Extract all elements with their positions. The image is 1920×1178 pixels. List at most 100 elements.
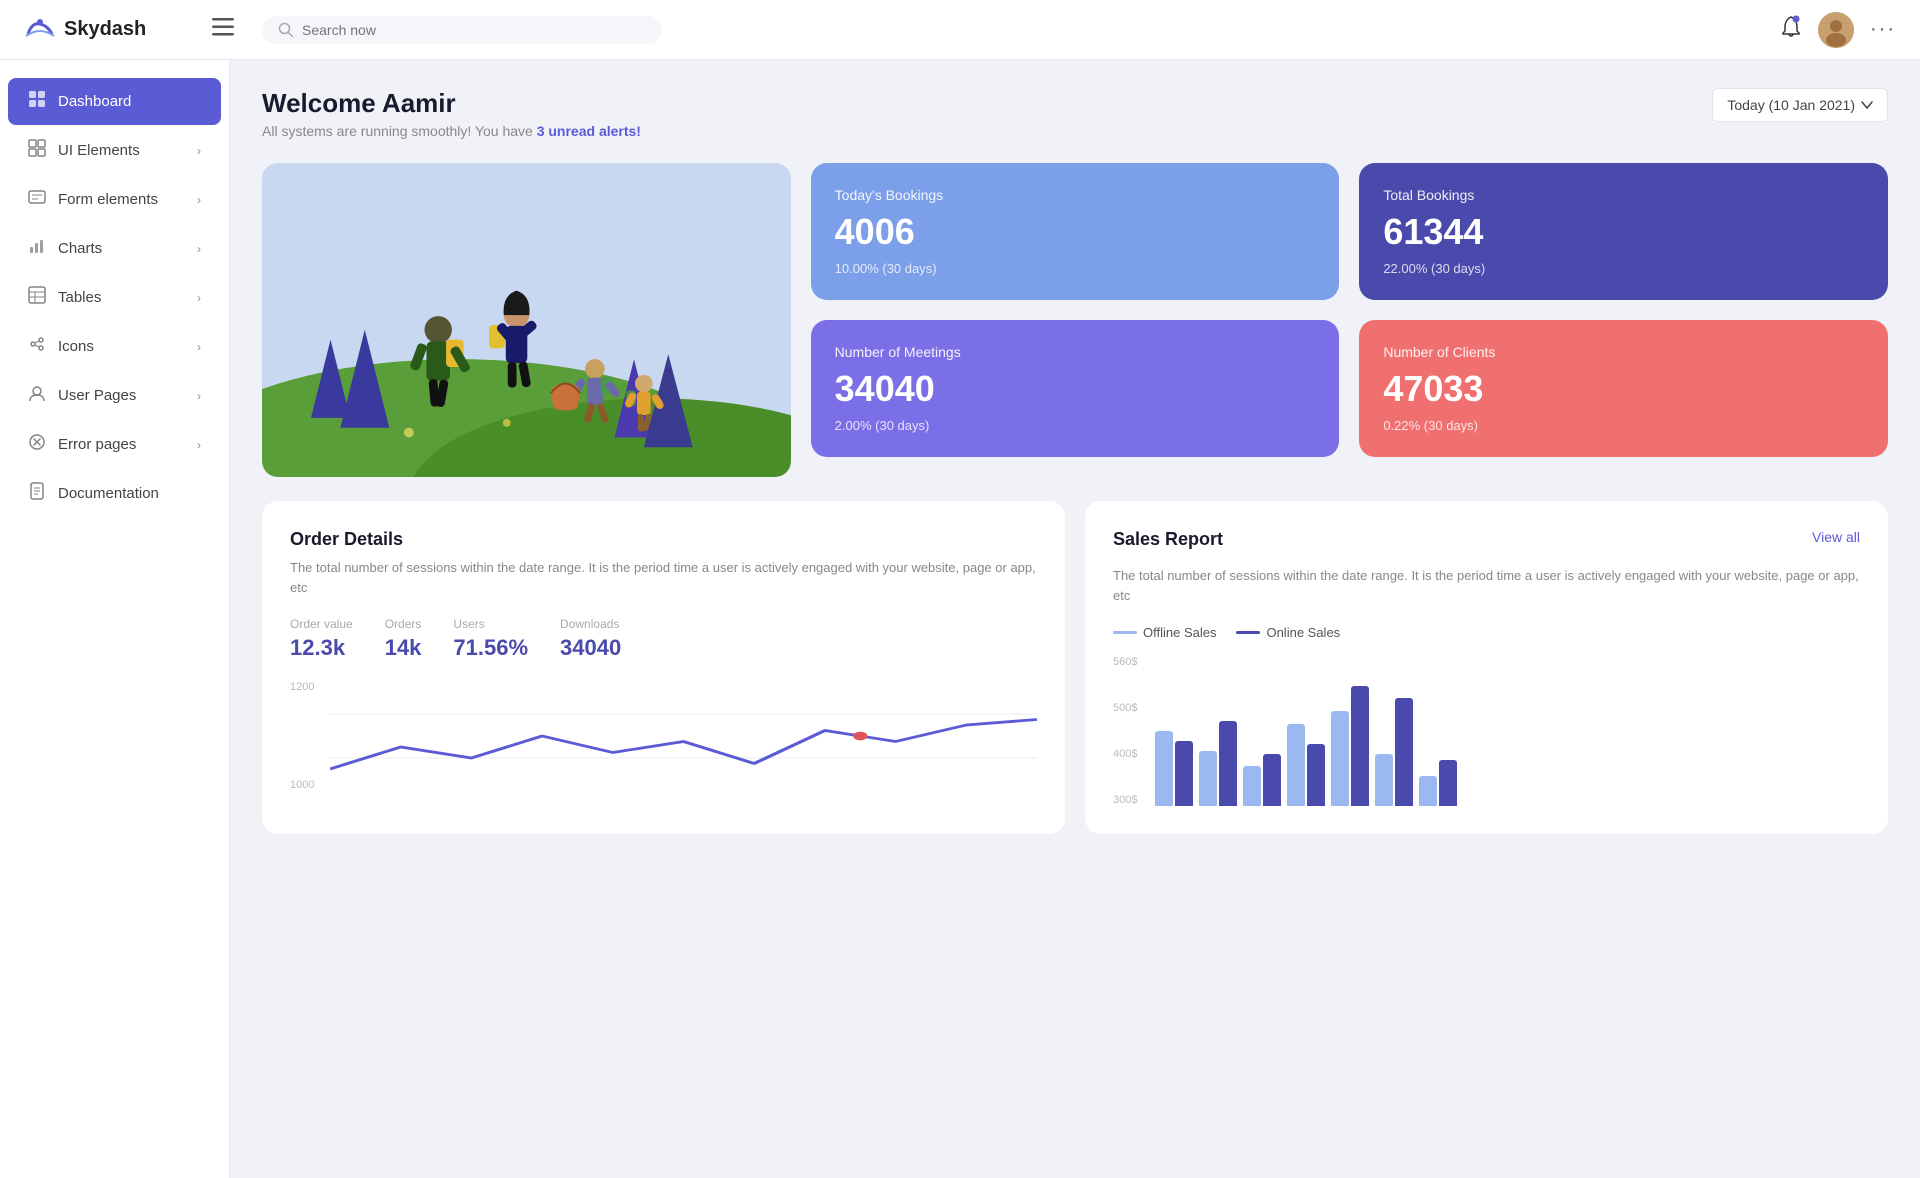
bar-group-5-online	[1351, 686, 1369, 806]
sidebar-item-user-pages[interactable]: User Pages ›	[8, 372, 221, 419]
ui-elements-icon	[28, 139, 46, 162]
sidebar-label-error-pages: Error pages	[58, 436, 185, 453]
sidebar-label-ui-elements: UI Elements	[58, 142, 185, 159]
error-pages-icon	[28, 433, 46, 456]
online-legend-line	[1236, 631, 1260, 634]
sidebar-label-dashboard: Dashboard	[58, 93, 201, 110]
clients-sub: 0.22% (30 days)	[1383, 418, 1864, 433]
sidebar-item-dashboard[interactable]: Dashboard	[8, 78, 221, 125]
sidebar-label-tables: Tables	[58, 289, 185, 306]
bar-group-2-online	[1219, 721, 1237, 806]
logo: Skydash	[24, 14, 184, 46]
notification-bell[interactable]	[1780, 15, 1802, 44]
user-pages-icon	[28, 384, 46, 407]
metric-orders: Orders 14k	[385, 617, 422, 661]
meetings-sub: 2.00% (30 days)	[835, 418, 1316, 433]
sidebar-item-form-elements[interactable]: Form elements ›	[8, 176, 221, 223]
sidebar-item-error-pages[interactable]: Error pages ›	[8, 421, 221, 468]
icons-icon	[28, 335, 46, 358]
order-metrics-row: Order value 12.3k Orders 14k Users 71.56…	[290, 617, 1037, 661]
total-bookings-sub: 22.00% (30 days)	[1383, 261, 1864, 276]
hamburger-menu[interactable]	[204, 14, 242, 46]
metric-users: Users 71.56%	[453, 617, 528, 661]
tables-icon	[28, 286, 46, 309]
search-bar[interactable]	[262, 16, 662, 44]
sidebar-arrow-tables: ›	[197, 291, 201, 305]
documentation-icon	[28, 482, 46, 505]
bar-group-1-online	[1175, 741, 1193, 806]
content-header: Welcome Aamir All systems are running sm…	[262, 88, 1888, 139]
main-content: Welcome Aamir All systems are running sm…	[230, 60, 1920, 1178]
welcome-subtitle: All systems are running smoothly! You ha…	[262, 123, 641, 139]
sales-report-title: Sales Report	[1113, 529, 1223, 550]
top-navigation: Skydash	[0, 0, 1920, 60]
sidebar-arrow-form-elements: ›	[197, 193, 201, 207]
order-details-title: Order Details	[290, 529, 1037, 550]
sidebar-item-ui-elements[interactable]: UI Elements ›	[8, 127, 221, 174]
view-all-link[interactable]: View all	[1812, 529, 1860, 545]
search-input[interactable]	[302, 22, 502, 38]
legend-online: Online Sales	[1236, 625, 1340, 640]
sales-report-desc: The total number of sessions within the …	[1113, 566, 1860, 605]
bar-group-4-online	[1307, 744, 1325, 806]
stat-card-total-bookings: Total Bookings 61344 22.00% (30 days)	[1359, 163, 1888, 300]
bar-group-7-online	[1439, 760, 1457, 806]
logo-icon	[24, 14, 56, 46]
bar-group-1-offline	[1155, 731, 1173, 806]
date-label: Today (10 Jan 2021)	[1727, 97, 1855, 113]
stat-card-clients: Number of Clients 47033 0.22% (30 days)	[1359, 320, 1888, 457]
bar-group-4-offline	[1287, 724, 1305, 806]
sidebar-arrow-charts: ›	[197, 242, 201, 256]
sales-bar-chart: 560$ 500$ 400$ 300$	[1113, 656, 1860, 806]
clients-value: 47033	[1383, 368, 1864, 410]
more-options[interactable]: ···	[1870, 18, 1896, 41]
hero-card: 31 c Bangalore India	[262, 163, 791, 477]
sidebar-label-charts: Charts	[58, 240, 185, 257]
nav-right: ···	[1780, 12, 1896, 48]
main-layout: Dashboard UI Elements ›	[0, 60, 1920, 1178]
stat-card-todays-bookings: Today's Bookings 4006 10.00% (30 days)	[811, 163, 1340, 300]
search-icon	[278, 22, 294, 38]
todays-bookings-value: 4006	[835, 211, 1316, 253]
stat-card-meetings: Number of Meetings 34040 2.00% (30 days)	[811, 320, 1340, 457]
welcome-section: Welcome Aamir All systems are running sm…	[262, 88, 641, 139]
sidebar-arrow-user-pages: ›	[197, 389, 201, 403]
sidebar-label-user-pages: User Pages	[58, 387, 185, 404]
bar-group-3-online	[1263, 754, 1281, 806]
bar-group-7-offline	[1419, 776, 1437, 806]
sidebar-arrow-icons: ›	[197, 340, 201, 354]
avatar-initials	[1818, 12, 1854, 48]
avatar[interactable]	[1818, 12, 1854, 48]
clients-label: Number of Clients	[1383, 344, 1864, 360]
sidebar-arrow-error-pages: ›	[197, 438, 201, 452]
order-line-chart: 1200 1000	[290, 681, 1037, 791]
alert-count[interactable]: 3 unread alerts!	[537, 123, 641, 139]
sidebar: Dashboard UI Elements ›	[0, 60, 230, 1178]
bar-group-2-offline	[1199, 751, 1217, 806]
dashboard-icon	[28, 90, 46, 113]
sidebar-item-tables[interactable]: Tables ›	[8, 274, 221, 321]
welcome-title: Welcome Aamir	[262, 88, 641, 119]
sidebar-item-documentation[interactable]: Documentation	[8, 470, 221, 517]
meetings-label: Number of Meetings	[835, 344, 1316, 360]
line-chart-svg	[330, 681, 1037, 791]
hero-illustration	[262, 163, 791, 477]
sidebar-item-icons[interactable]: Icons ›	[8, 323, 221, 370]
bar-group-6-offline	[1375, 754, 1393, 806]
sidebar-item-charts[interactable]: Charts ›	[8, 225, 221, 272]
chevron-down-icon	[1861, 101, 1873, 109]
app-name: Skydash	[64, 18, 146, 41]
sales-legend: Offline Sales Online Sales	[1113, 625, 1860, 640]
sidebar-label-form-elements: Form elements	[58, 191, 185, 208]
total-bookings-value: 61344	[1383, 211, 1864, 253]
bar-group-3-offline	[1243, 766, 1261, 806]
sales-report-header: Sales Report View all	[1113, 529, 1860, 558]
total-bookings-label: Total Bookings	[1383, 187, 1864, 203]
sidebar-arrow-ui-elements: ›	[197, 144, 201, 158]
bars-wrapper	[1155, 656, 1860, 806]
date-dropdown[interactable]: Today (10 Jan 2021)	[1712, 88, 1888, 122]
meetings-value: 34040	[835, 368, 1316, 410]
legend-offline: Offline Sales	[1113, 625, 1216, 640]
bottom-cards-row: Order Details The total number of sessio…	[262, 501, 1888, 834]
order-details-card: Order Details The total number of sessio…	[262, 501, 1065, 834]
